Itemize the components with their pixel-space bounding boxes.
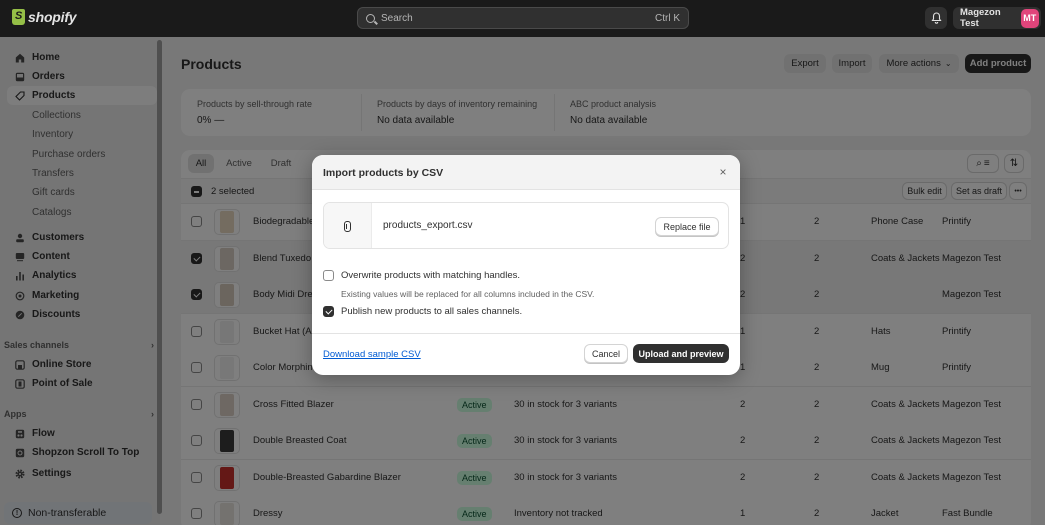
- modal-footer-divider: [312, 333, 740, 334]
- user-menu-button[interactable]: Magezon Test MT: [953, 7, 1041, 29]
- modal-header: Import products by CSV ×: [312, 155, 740, 190]
- notifications-button[interactable]: [925, 7, 947, 29]
- import-csv-modal: Import products by CSV × products_export…: [312, 155, 740, 375]
- download-sample-csv-link[interactable]: Download sample CSV: [323, 349, 421, 360]
- bell-icon: [930, 12, 942, 24]
- overwrite-option[interactable]: Overwrite products with matching handles…: [323, 270, 520, 281]
- file-name: products_export.csv: [383, 220, 473, 231]
- search-icon: [366, 13, 375, 23]
- close-icon[interactable]: ×: [716, 165, 730, 179]
- user-name: Magezon Test: [960, 7, 1001, 29]
- publish-checkbox[interactable]: [323, 306, 334, 317]
- search-input[interactable]: Search Ctrl K: [357, 7, 689, 29]
- search-placeholder: Search: [381, 12, 413, 24]
- publish-option[interactable]: Publish new products to all sales channe…: [323, 306, 522, 317]
- overwrite-checkbox[interactable]: [323, 270, 334, 281]
- shopify-bag-icon: [12, 9, 25, 25]
- cancel-button[interactable]: Cancel: [584, 344, 628, 363]
- paperclip-icon: [344, 221, 351, 232]
- upload-and-preview-button[interactable]: Upload and preview: [633, 344, 729, 363]
- selected-file: products_export.csv Replace file: [323, 202, 729, 249]
- overwrite-help-text: Existing values will be replaced for all…: [341, 289, 595, 299]
- search-shortcut: Ctrl K: [655, 12, 680, 24]
- brand-name: shopify: [28, 9, 77, 25]
- avatar: MT: [1020, 8, 1039, 28]
- replace-file-button[interactable]: Replace file: [655, 217, 719, 236]
- modal-title: Import products by CSV: [323, 167, 444, 179]
- file-icon-area: [324, 203, 372, 248]
- publish-label: Publish new products to all sales channe…: [341, 306, 523, 317]
- shopify-logo[interactable]: shopify: [12, 9, 77, 25]
- top-bar: shopify Search Ctrl K Magezon Test MT: [0, 0, 1045, 37]
- overwrite-label: Overwrite products with matching handles…: [341, 270, 520, 281]
